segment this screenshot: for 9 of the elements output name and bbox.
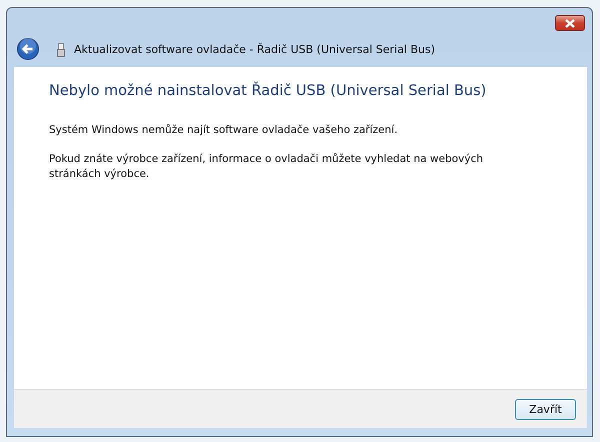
close-icon [564, 18, 576, 28]
usb-plug-icon [57, 42, 65, 56]
error-heading: Nebylo možné nainstalovat Řadič USB (Universal Serial Bus) [49, 83, 488, 99]
close-button[interactable] [555, 15, 585, 31]
close-dialog-button[interactable]: Zavřít [515, 398, 576, 420]
back-button[interactable] [17, 38, 41, 62]
message-text: Systém Windows nemůže najít software ovladače vašeho zařízení. [49, 123, 399, 138]
window-title: Aktualizovat software ovladače - Řadič USB (Universal Serial Bus) [74, 43, 436, 56]
message-text: Pokud znáte výrobce zařízení, informace o ovladači můžete vyhledat na webových stránkách výrobce. [49, 152, 484, 182]
